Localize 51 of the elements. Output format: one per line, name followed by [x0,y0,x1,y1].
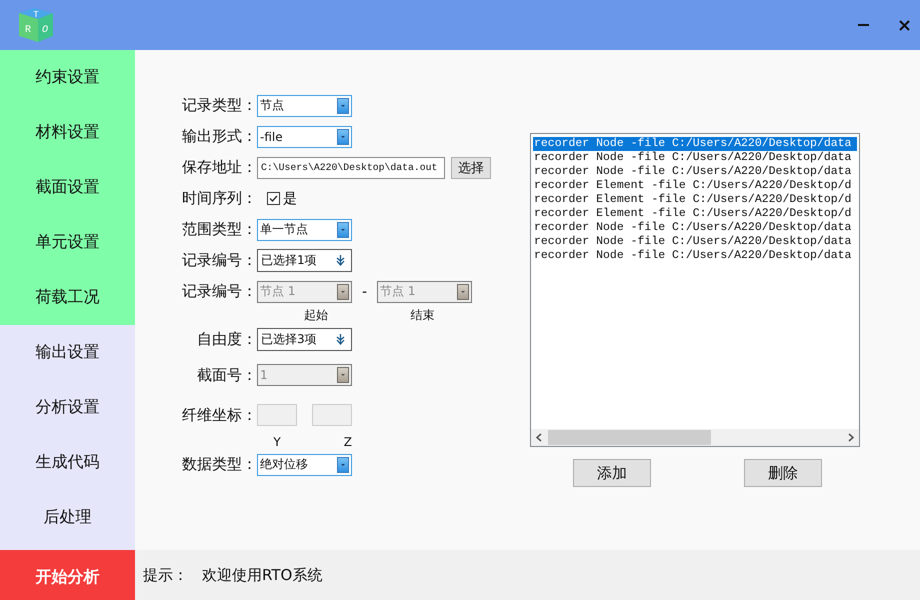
range-caption: 结束 [410,307,436,324]
field-label: 时间序列： [181,189,257,208]
list-item[interactable]: recorder Element -file C:/Users/A220/Desktop/d [533,179,852,193]
list-action-button[interactable]: 删除 [744,459,822,487]
browse-button[interactable]: 选择 [451,156,491,178]
field-label: 截面号： [196,366,257,384]
scrollbar-thumb[interactable] [548,430,711,445]
field-label: 记录编号： [181,251,257,270]
field-label: 数据类型： [181,455,257,474]
range-separator: - [362,284,368,300]
coordinate-caption: Z [342,435,352,449]
list-item[interactable]: recorder Node -file C:/Users/A220/Desktop/data [533,235,852,249]
field-label: 记录编号： [181,282,257,301]
sidebar-item[interactable]: 荷载工况 [0,270,135,325]
down-arrow-icon [336,255,345,266]
hint-label: 提示： [143,566,188,584]
sidebar-item[interactable]: 材料设置 [0,105,135,160]
close-icon[interactable] [899,20,910,30]
field-label: 自由度： [196,330,257,349]
multi-select[interactable]: 已选择1项 [257,249,352,272]
sidebar-item[interactable]: 约束设置 [0,50,135,105]
dropdown[interactable]: 单一节点 [257,218,352,240]
checkbox-label: 是 [283,190,297,208]
list-item[interactable]: recorder Element -file C:/Users/A220/Desktop/d [533,207,852,221]
list-item[interactable]: recorder Node -file C:/Users/A220/Desktop/data [533,221,852,235]
down-arrow-icon [336,334,345,345]
sidebar-item[interactable]: 截面设置 [0,160,135,215]
list-item[interactable]: recorder Element -file C:/Users/A220/Desktop/d [533,193,852,207]
list-action-button[interactable]: 添加 [573,459,651,487]
sidebar-item[interactable]: 单元设置 [0,215,135,270]
path-field[interactable]: C:\Users\A220\Desktop\data.out [257,156,445,178]
field-label: 范围类型： [181,220,257,239]
list-item[interactable]: recorder Node -file C:/Users/A220/Desktop/data [533,137,857,151]
list-item[interactable]: recorder Node -file C:/Users/A220/Desktop/data [533,165,852,179]
list-item[interactable]: recorder Node -file C:/Users/A220/Desktop/data [533,151,852,165]
cube-logo: T R O [15,4,57,46]
multi-select[interactable]: 已选择3项 [257,328,352,351]
list-item[interactable]: recorder Node -file C:/Users/A220/Desktop/data [533,249,852,263]
range-caption: 起始 [303,307,329,324]
field-label: 保存地址： [181,158,257,177]
checkbox[interactable] [267,192,280,205]
command-list[interactable] [530,133,860,447]
coordinate-caption: Y [272,435,282,449]
dropdown[interactable]: -file [257,126,352,148]
status-message: 欢迎使用RTO系统 [202,566,322,584]
field-label: 输出形式： [181,127,257,146]
field-label: 纤维坐标： [181,406,257,424]
dropdown[interactable]: 节点 [257,94,352,116]
start-analysis-button[interactable]: 开始分析 [0,550,135,600]
dropdown[interactable]: 绝对位移 [257,454,352,476]
field-label: 记录类型： [181,96,257,115]
